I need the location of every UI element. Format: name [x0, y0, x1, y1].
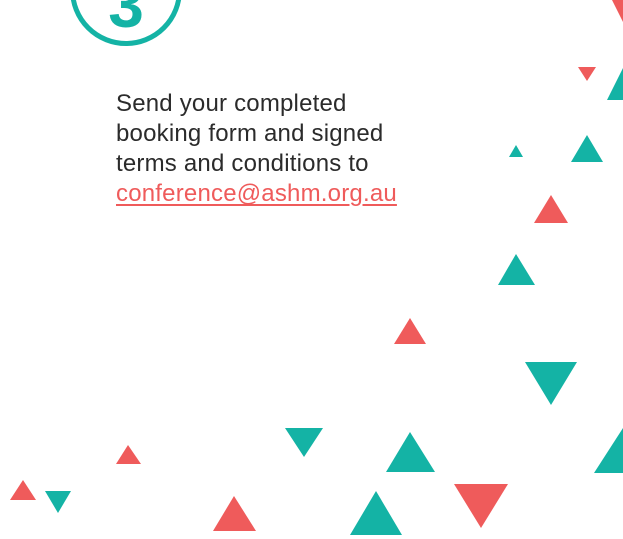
teal-triangle-up — [571, 135, 603, 162]
teal-triangle-up — [498, 254, 535, 285]
coral-triangle-up — [116, 445, 141, 464]
teal-triangle-down — [285, 428, 323, 457]
coral-triangle-up — [394, 318, 426, 344]
teal-triangle-up — [350, 491, 402, 535]
teal-triangle-up — [607, 68, 623, 100]
teal-triangle-down — [525, 362, 577, 405]
coral-triangle-up — [213, 496, 256, 531]
page: 3 Send your completed booking form and s… — [0, 0, 623, 539]
coral-triangle-up — [10, 480, 36, 500]
coral-triangle-down — [578, 67, 596, 81]
teal-triangle-down — [45, 491, 71, 513]
coral-triangle-down — [612, 0, 623, 22]
decorative-triangles — [10, 0, 623, 535]
teal-triangle-up — [594, 428, 623, 473]
coral-triangle-up — [534, 195, 568, 223]
teal-triangle-up — [386, 432, 435, 472]
coral-triangle-down — [454, 484, 508, 528]
teal-triangle-up — [509, 145, 523, 157]
